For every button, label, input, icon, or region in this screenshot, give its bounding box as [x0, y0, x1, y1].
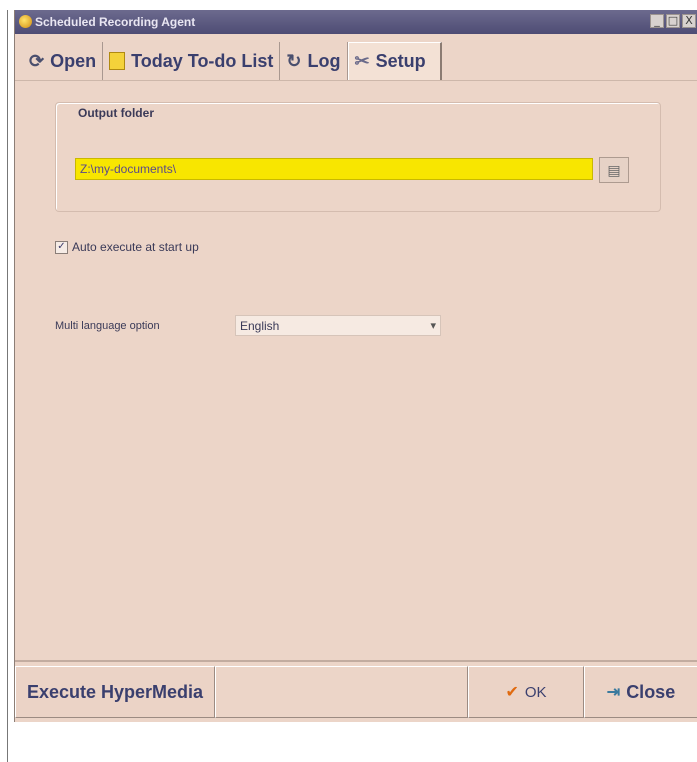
footer-spacer: [215, 666, 468, 718]
left-edge-rule: [7, 10, 8, 762]
close-button[interactable]: ⇥ Close: [584, 666, 697, 718]
tab-today-todo[interactable]: Today To-do List: [103, 42, 281, 80]
output-folder-title: Output folder: [78, 106, 154, 120]
tab-setup-label: Setup: [375, 51, 426, 71]
ok-label: OK: [524, 683, 547, 701]
language-select[interactable]: English ▾: [235, 315, 441, 336]
tab-open-label: Open: [50, 50, 97, 71]
exit-icon: ⇥: [606, 684, 621, 701]
language-selected-value: English: [240, 319, 280, 333]
execute-hypermedia-button[interactable]: Execute HyperMedia: [15, 666, 215, 718]
tab-open[interactable]: ⟳ Open: [23, 42, 104, 80]
tab-today-todo-label: Today To-do List: [131, 50, 274, 71]
tab-divider: [15, 80, 697, 81]
output-folder-group: Output folder: [55, 102, 661, 212]
window-title: Scheduled Recording Agent: [35, 15, 196, 29]
log-icon: ↻: [286, 50, 302, 71]
language-label: Multi language option: [55, 320, 160, 332]
tools-icon: ✂: [354, 51, 370, 71]
tab-log-label: Log: [307, 50, 341, 71]
auto-execute-checkbox[interactable]: ✓: [55, 240, 68, 254]
close-label: Close: [626, 681, 676, 702]
output-folder-input[interactable]: Z:\my-documents\: [75, 158, 593, 180]
tab-bar: ⟳ Open Today To-do List ↻ Log ✂ Setup: [23, 42, 442, 80]
execute-hypermedia-label: Execute HyperMedia: [26, 681, 204, 702]
minimize-button[interactable]: _: [650, 14, 664, 28]
footer-divider: [15, 660, 697, 662]
open-icon: ⟳: [29, 50, 45, 71]
tab-log[interactable]: ↻ Log: [280, 42, 348, 80]
close-window-button[interactable]: X: [682, 14, 696, 28]
auto-execute-label: Auto execute at start up: [72, 240, 199, 254]
footer-bar: Execute HyperMedia ✔ OK ⇥ Close: [15, 666, 697, 722]
ok-button[interactable]: ✔ OK: [468, 666, 584, 718]
app-icon: [19, 15, 32, 28]
title-bar[interactable]: Scheduled Recording Agent _ □ X: [15, 10, 697, 34]
check-icon: ✔: [505, 684, 519, 701]
browse-folder-button[interactable]: ▤: [599, 157, 629, 183]
tab-setup[interactable]: ✂ Setup: [347, 42, 442, 80]
chevron-down-icon: ▾: [430, 319, 436, 332]
notepad-icon: [109, 52, 126, 70]
maximize-button[interactable]: □: [666, 14, 680, 28]
folder-browse-icon: ▤: [607, 161, 621, 178]
app-window: Scheduled Recording Agent _ □ X ⟳ Open T…: [14, 10, 697, 722]
auto-execute-row: ✓ Auto execute at start up: [55, 240, 199, 254]
